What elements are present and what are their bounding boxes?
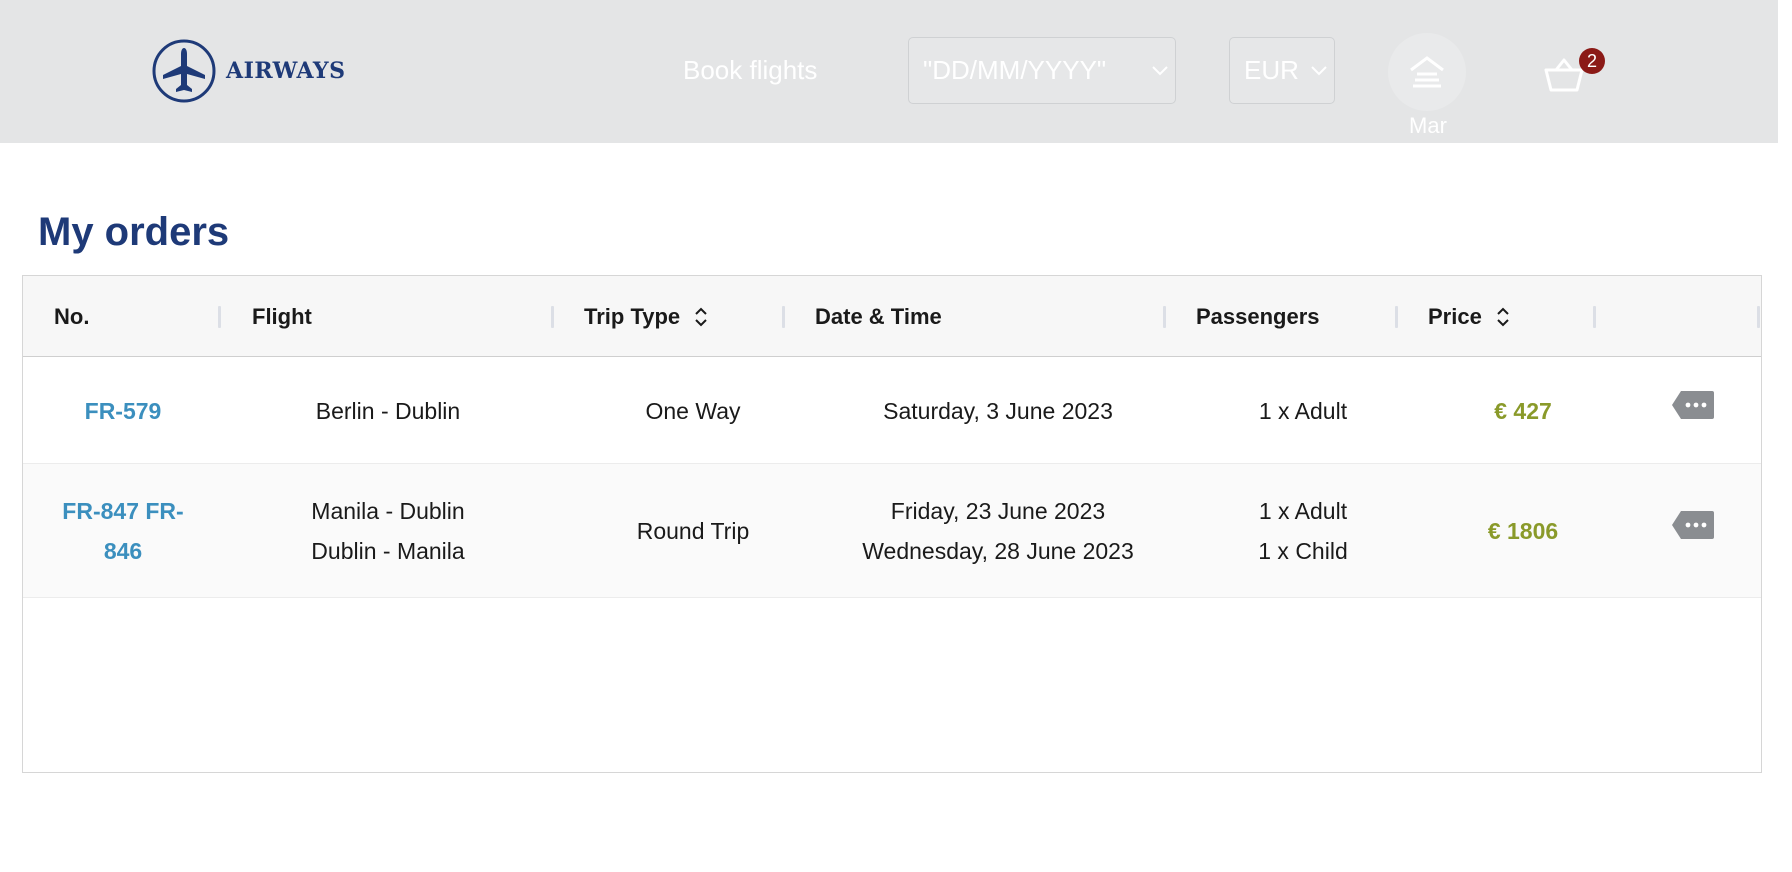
trip-type: Round Trip	[636, 517, 750, 544]
flight-route-cell: Berlin - Dublin	[223, 358, 553, 463]
date-time-cell: Friday, 23 June 2023 Wednesday, 28 June …	[823, 464, 1173, 597]
trip-type: One Way	[645, 397, 741, 424]
row-actions	[1623, 358, 1763, 463]
column-header-price[interactable]: Price	[1428, 276, 1510, 357]
row-actions	[1623, 464, 1763, 597]
table-row: FR-847 FR-846 Manila - Dublin Dublin - M…	[23, 464, 1761, 598]
flight-date: Wednesday, 28 June 2023	[862, 537, 1134, 564]
date-select[interactable]: "DD/MM/YYYY"	[908, 37, 1176, 104]
order-number-link[interactable]: FR-579	[23, 358, 223, 463]
column-header-price-label: Price	[1428, 303, 1482, 329]
column-header-date-time: Date & Time	[815, 303, 942, 329]
user-icon	[1410, 56, 1444, 88]
airplane-circle-icon	[152, 39, 216, 103]
date-select-value: "DD/MM/YYYY"	[923, 55, 1107, 85]
order-price: € 1806	[1487, 517, 1559, 544]
column-header-trip-type[interactable]: Trip Type	[584, 276, 708, 357]
cart-count-badge: 2	[1579, 48, 1605, 74]
column-header-flight: Flight	[252, 303, 312, 329]
column-header-no: No.	[54, 303, 90, 329]
column-resize-handle[interactable]	[1757, 306, 1760, 328]
order-number: FR-847 FR-846	[62, 497, 184, 564]
sort-icon[interactable]	[694, 307, 708, 327]
brand-name: AIRWAYS	[226, 58, 346, 84]
table-header: No. Flight Trip Type Date & Time Passeng…	[23, 276, 1761, 357]
more-options-icon[interactable]	[1671, 510, 1715, 540]
currency-select[interactable]: EUR	[1229, 37, 1335, 104]
orders-table: No. Flight Trip Type Date & Time Passeng…	[22, 275, 1762, 773]
flight-route: Manila - Dublin	[311, 497, 465, 524]
avatar[interactable]	[1388, 33, 1466, 111]
brand-logo[interactable]: AIRWAYS	[152, 39, 346, 103]
order-price: € 427	[1494, 397, 1552, 424]
flight-route-cell: Manila - Dublin Dublin - Manila	[223, 464, 553, 597]
column-header-trip-type-label: Trip Type	[584, 303, 681, 329]
flight-route: Dublin - Manila	[311, 537, 465, 564]
more-options-icon[interactable]	[1671, 390, 1715, 420]
passenger-count: 1 x Adult	[1258, 497, 1348, 524]
date-time-cell: Saturday, 3 June 2023	[823, 358, 1173, 463]
flight-route: Berlin - Dublin	[315, 397, 461, 424]
user-menu[interactable]: Mar	[1388, 33, 1468, 138]
column-header-passengers: Passengers	[1196, 303, 1320, 329]
passenger-count: 1 x Adult	[1258, 397, 1348, 424]
flight-date: Saturday, 3 June 2023	[883, 397, 1113, 424]
passengers-cell: 1 x Adult	[1183, 358, 1423, 463]
flight-date: Friday, 23 June 2023	[890, 497, 1106, 524]
column-resize-handle[interactable]	[218, 306, 221, 328]
page-title: My orders	[38, 210, 230, 254]
chevron-down-icon	[1304, 37, 1334, 104]
column-resize-handle[interactable]	[1163, 306, 1166, 328]
table-row: FR-579 Berlin - Dublin One Way Saturday,…	[23, 358, 1761, 464]
chevron-down-icon	[1145, 37, 1175, 104]
column-resize-handle[interactable]	[1593, 306, 1596, 328]
currency-select-value: EUR	[1244, 55, 1299, 85]
column-resize-handle[interactable]	[1395, 306, 1398, 328]
passenger-count: 1 x Child	[1258, 537, 1348, 564]
sort-icon[interactable]	[1496, 307, 1510, 327]
column-resize-handle[interactable]	[782, 306, 785, 328]
passengers-cell: 1 x Adult 1 x Child	[1183, 464, 1423, 597]
top-header: AIRWAYS Book flights "DD/MM/YYYY" EUR Ma…	[0, 0, 1778, 143]
cart-button[interactable]: 2	[1543, 48, 1605, 98]
column-resize-handle[interactable]	[551, 306, 554, 328]
order-number: FR-579	[84, 397, 162, 424]
user-name: Mar	[1409, 113, 1447, 138]
book-flights-link[interactable]: Book flights	[683, 55, 817, 86]
order-number-link[interactable]: FR-847 FR-846	[23, 464, 223, 597]
